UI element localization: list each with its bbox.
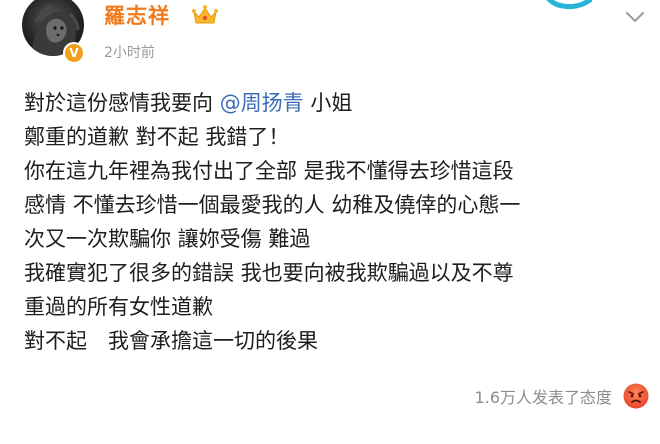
crown-icon xyxy=(192,5,218,24)
post-line: 次又一次欺騙你 讓妳受傷 難過 xyxy=(24,227,311,251)
post-content: 對於這份感情我要向 @周扬青 小姐 鄭重的道歉 對不起 我錯了！ 你在這九年裡為… xyxy=(24,86,654,358)
verified-v-icon: V xyxy=(63,42,85,64)
reaction-count[interactable]: 1.6万人发表了态度 xyxy=(475,384,612,408)
post-line: 感情 不懂去珍惜一個最愛我的人 幼稚及僥倖的心態一 xyxy=(24,193,521,217)
post-line: 鄭重的道歉 對不起 我錯了！ xyxy=(24,125,290,149)
username[interactable]: 羅志祥 xyxy=(104,0,170,30)
post-text: 小姐 xyxy=(303,91,353,115)
post-line: 對不起 我會承擔這一切的後果 xyxy=(24,329,318,353)
mention-link[interactable]: @周扬青 xyxy=(220,91,304,115)
post-line: 對於這份感情我要向 @周扬青 小姐 xyxy=(24,86,654,120)
chevron-down-icon[interactable] xyxy=(622,6,648,28)
post-footer: 1.6万人发表了态度 xyxy=(0,380,660,414)
angry-face-icon[interactable] xyxy=(622,382,650,410)
post-line: 重過的所有女性道歉 xyxy=(24,295,213,319)
sticker-icon xyxy=(546,0,592,9)
post-line: 我確實犯了很多的錯誤 我也要向被我欺騙過以及不尊 xyxy=(24,261,514,285)
post-line: 你在這九年裡為我付出了全部 是我不懂得去珍惜這段 xyxy=(24,159,514,183)
post-text: 對於這份感情我要向 xyxy=(24,91,220,115)
weibo-post: V 羅志祥 2小时前 對於這份感情我要向 @周扬青 小姐 鄭重的道歉 對不起 我… xyxy=(0,0,660,444)
post-time: 2小时前 xyxy=(104,45,155,61)
